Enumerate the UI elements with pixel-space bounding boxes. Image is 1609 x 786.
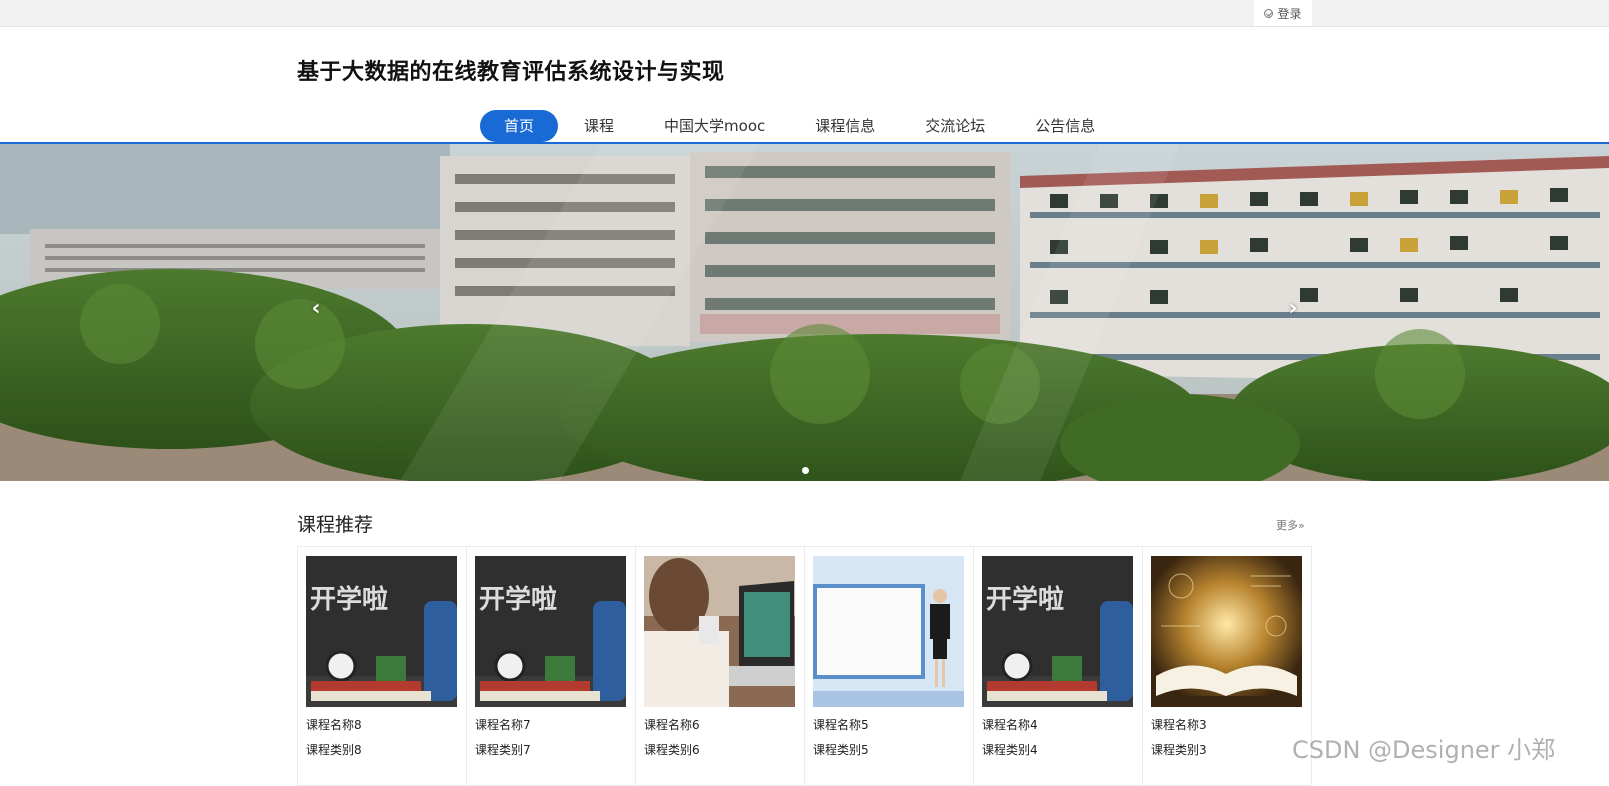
course-category: 课程类别6 xyxy=(644,743,700,757)
course-name: 课程名称3 xyxy=(1151,718,1207,732)
carousel-next-button[interactable]: › xyxy=(1283,297,1303,321)
login-icon xyxy=(1264,8,1274,18)
nav-item-home[interactable]: 首页 xyxy=(480,110,559,142)
course-category: 课程类别3 xyxy=(1151,743,1207,757)
course-thumbnail[interactable] xyxy=(644,556,795,707)
banner-carousel xyxy=(0,144,1609,481)
carousel-prev-button[interactable]: ‹ xyxy=(306,297,326,321)
carousel-dot-1[interactable] xyxy=(802,467,809,474)
svg-text:开学啦: 开学啦 xyxy=(986,584,1064,615)
nav-item-forum[interactable]: 交流论坛 xyxy=(901,110,1009,142)
course-card[interactable]: 开学啦 课程名称7 课程类别7 xyxy=(467,547,636,785)
nav-item-mooc[interactable]: 中国大学mooc xyxy=(640,110,789,142)
chevron-left-icon: ‹ xyxy=(311,296,321,321)
course-category: 课程类别5 xyxy=(813,743,869,757)
login-label: 登录 xyxy=(1277,6,1302,21)
nav-item-course-info[interactable]: 课程信息 xyxy=(791,110,899,142)
nav-item-courses[interactable]: 课程 xyxy=(560,110,638,142)
course-name: 课程名称4 xyxy=(982,718,1038,732)
watermark: CSDN @Designer 小郑 xyxy=(1292,736,1556,764)
course-thumbnail[interactable] xyxy=(813,556,964,707)
course-card[interactable]: 开学啦 课程名称4 课程类别4 xyxy=(974,547,1143,785)
course-name: 课程名称8 xyxy=(306,718,362,732)
course-thumbnail[interactable]: 开学啦 xyxy=(475,556,626,707)
course-card[interactable]: 课程名称6 课程类别6 xyxy=(636,547,805,785)
svg-text:开学啦: 开学啦 xyxy=(310,584,388,615)
course-thumbnail[interactable] xyxy=(1151,556,1302,707)
course-card[interactable]: 课程名称3 课程类别3 xyxy=(1143,547,1312,785)
more-link[interactable]: 更多» xyxy=(1276,517,1305,533)
section-title-recommend: 课程推荐 xyxy=(297,514,374,536)
chevron-right-icon: › xyxy=(1288,296,1298,321)
site-title: 基于大数据的在线教育评估系统设计与实现 xyxy=(297,60,725,85)
course-category: 课程类别7 xyxy=(475,743,531,757)
top-utility-bar: 登录 xyxy=(0,0,1609,27)
course-card[interactable]: 开学啦 课程名称8 课程类别8 xyxy=(298,547,467,785)
main-nav: 首页 课程 中国大学mooc 课程信息 交流论坛 公告信息 xyxy=(480,110,1121,142)
course-category: 课程类别8 xyxy=(306,743,362,757)
banner-image xyxy=(0,144,1609,481)
login-link[interactable]: 登录 xyxy=(1254,0,1312,26)
course-thumbnail[interactable]: 开学啦 xyxy=(306,556,457,707)
course-thumbnail[interactable]: 开学啦 xyxy=(982,556,1133,707)
nav-item-announcements[interactable]: 公告信息 xyxy=(1011,110,1119,142)
course-name: 课程名称5 xyxy=(813,718,869,732)
course-category: 课程类别4 xyxy=(982,743,1038,757)
course-card-list: 开学啦 课程名称8 课程类别8 开学啦 课程名称7 课程类别7 课程名称6 课程… xyxy=(297,546,1312,786)
course-name: 课程名称7 xyxy=(475,718,531,732)
course-card[interactable]: 课程名称5 课程类别5 xyxy=(805,547,974,785)
course-name: 课程名称6 xyxy=(644,718,700,732)
svg-text:开学啦: 开学啦 xyxy=(479,584,557,615)
